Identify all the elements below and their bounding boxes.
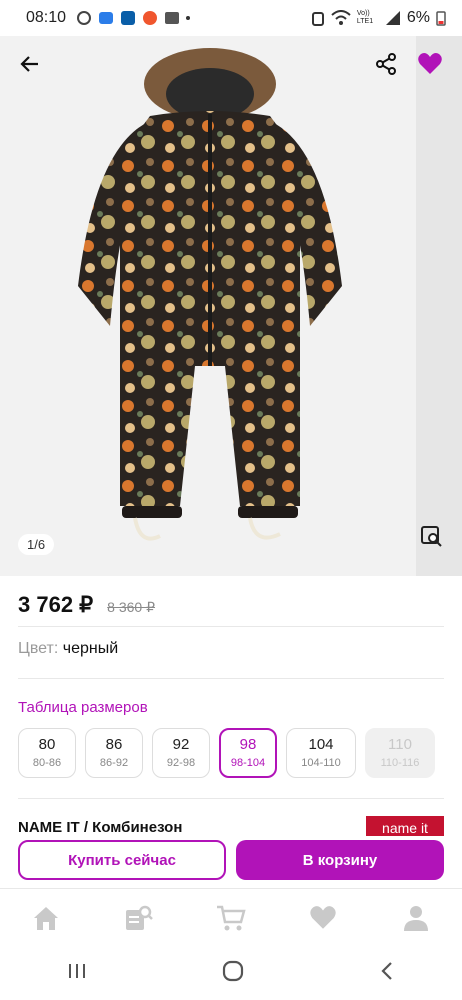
size-range: 104-110	[301, 757, 341, 769]
recent-apps-icon	[69, 963, 86, 978]
size-value: 104	[308, 736, 334, 753]
tab-profile[interactable]	[396, 898, 436, 938]
size-value: 110	[388, 736, 412, 753]
battery-percent: 6%	[406, 9, 430, 26]
size-range: 98-104	[230, 757, 266, 769]
gallery-icon	[165, 12, 180, 24]
app-notification-icon	[121, 11, 136, 25]
product-image[interactable]	[0, 36, 416, 576]
home-circle-icon	[222, 960, 244, 981]
old-price: 8 360 ₽	[107, 599, 156, 615]
share-button[interactable]	[366, 44, 406, 84]
size-value: 86	[105, 736, 123, 753]
buy-now-button[interactable]: Купить сейчас	[18, 840, 227, 880]
product-title: NAME IT / Комбинезон	[18, 819, 183, 836]
size-range: 80-86	[32, 757, 62, 769]
size-selector: 80 80-86 86 86-92 92 92-98 98 98-104 104…	[18, 728, 435, 778]
notification-icon	[77, 11, 92, 25]
heart-icon	[418, 53, 442, 74]
back-system-button[interactable]	[379, 961, 395, 986]
action-bar: Купить сейчас В корзину	[0, 836, 462, 886]
color-row: Цвет: черный	[18, 640, 118, 658]
signal-icon	[385, 11, 400, 25]
back-button[interactable]	[10, 44, 50, 84]
add-to-cart-button[interactable]: В корзину	[236, 840, 444, 880]
alarm-icon	[311, 12, 324, 26]
battery-icon	[436, 11, 446, 26]
arrow-left-icon	[20, 56, 38, 72]
catalog-search-icon	[125, 905, 153, 930]
size-option-selected[interactable]: 98 98-104	[219, 728, 277, 778]
size-option-disabled: 110 110-116	[365, 728, 435, 778]
next-image-preview[interactable]	[416, 36, 462, 576]
visual-search-button[interactable]	[420, 524, 448, 552]
cart-icon	[216, 905, 246, 930]
tab-favorites[interactable]	[303, 898, 343, 938]
app-notification-icon	[143, 11, 158, 25]
bottom-tab-bar	[0, 888, 462, 946]
image-counter: 1/6	[18, 534, 55, 555]
color-value: черный	[62, 640, 119, 657]
network-label: Vo)) LTE1	[356, 10, 374, 25]
color-label: Цвет:	[18, 640, 59, 657]
share-icon	[376, 53, 396, 75]
divider	[18, 678, 444, 679]
favorites-icon	[310, 905, 337, 929]
favorite-button[interactable]	[410, 44, 450, 84]
size-value: 98	[239, 736, 257, 753]
divider	[18, 626, 444, 627]
size-option[interactable]: 86 86-92	[85, 728, 143, 778]
size-range: 92-98	[166, 757, 196, 769]
image-search-icon	[421, 526, 442, 547]
tab-cart[interactable]	[211, 898, 251, 938]
recent-apps-button[interactable]	[67, 962, 87, 985]
tab-catalog[interactable]	[119, 898, 159, 938]
home-system-button[interactable]	[222, 960, 244, 987]
size-value: 80	[38, 736, 56, 753]
system-navigation-bar	[0, 946, 462, 1000]
size-table-link[interactable]: Таблица размеров	[18, 699, 148, 716]
size-option[interactable]: 104 104-110	[286, 728, 356, 778]
price-row: 3 762 ₽ 8 360 ₽	[18, 592, 155, 618]
status-bar: 08:10 Vo)) LTE1 6%	[0, 0, 462, 36]
size-range: 86-92	[99, 757, 129, 769]
wifi-icon	[331, 10, 351, 25]
current-price: 3 762 ₽	[18, 592, 94, 617]
product-gallery[interactable]: 1/6	[0, 36, 462, 576]
size-option[interactable]: 80 80-86	[18, 728, 76, 778]
chevron-left-icon	[381, 961, 392, 980]
size-option[interactable]: 92 92-98	[152, 728, 210, 778]
divider	[18, 798, 444, 799]
size-value: 92	[172, 736, 190, 753]
more-notifications-dot	[186, 16, 191, 20]
status-time: 08:10	[26, 9, 67, 26]
app-notification-icon	[99, 12, 114, 24]
profile-icon	[403, 905, 428, 931]
home-icon	[34, 906, 59, 930]
size-range: 110-116	[380, 757, 420, 769]
tab-home[interactable]	[26, 898, 66, 938]
